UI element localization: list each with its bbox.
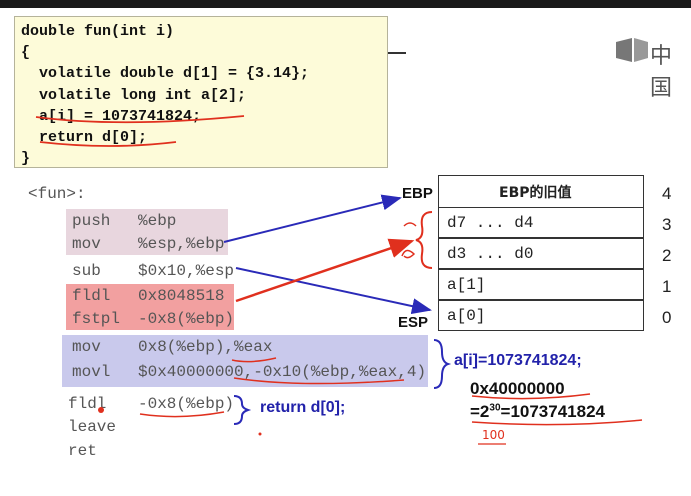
code-underline	[35, 115, 245, 124]
asm-underline	[233, 377, 405, 385]
asm-brace	[433, 339, 452, 389]
diagram-overlay	[35, 115, 643, 445]
store-arrow	[235, 238, 415, 303]
asm-underline	[139, 411, 225, 418]
note-underline	[471, 419, 643, 426]
stack-brace	[415, 211, 433, 269]
return-brace	[233, 395, 252, 425]
mark	[403, 222, 417, 227]
cursor-mark	[98, 407, 104, 413]
code-underline	[39, 141, 177, 147]
asm-underline	[231, 357, 277, 363]
dot-mark	[258, 432, 262, 436]
esp-arrow	[235, 267, 432, 315]
ebp-arrow	[223, 194, 402, 243]
mark	[401, 249, 416, 259]
note-underline	[471, 393, 591, 400]
